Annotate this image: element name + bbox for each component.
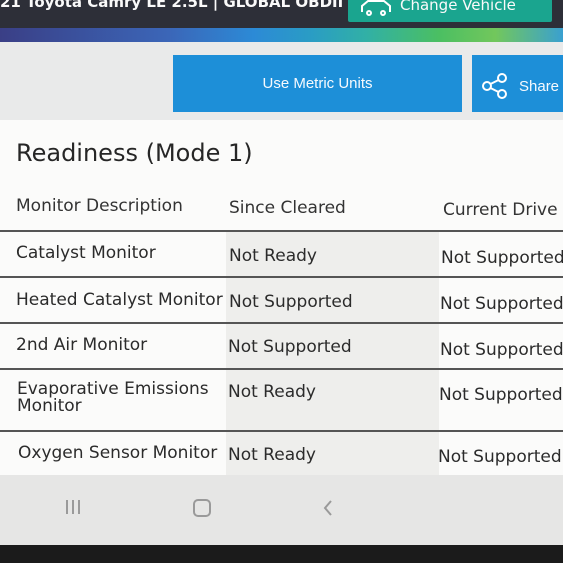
monitor-name: Evaporative Emissions Monitor	[17, 379, 209, 416]
recents-icon[interactable]	[66, 500, 82, 514]
divider	[0, 368, 563, 370]
use-metric-units-button[interactable]: Use Metric Units	[173, 55, 462, 112]
since-cleared-status: Not Ready	[229, 246, 317, 266]
app-screen: 21 Toyota Camry LE 2.5L | GLOBAL OBDII C…	[0, 0, 563, 545]
column-header-monitor: Monitor Description	[16, 196, 183, 216]
car-icon	[361, 0, 391, 16]
current-drive-status: Not Supported	[439, 385, 563, 405]
home-icon[interactable]	[193, 499, 211, 517]
divider	[0, 322, 563, 324]
system-nav-bar	[0, 475, 563, 545]
top-bar: 21 Toyota Camry LE 2.5L | GLOBAL OBDII C…	[0, 0, 563, 28]
current-drive-status: Not Supported	[438, 447, 562, 467]
share-icon	[482, 73, 507, 99]
share-label: Share	[519, 78, 560, 95]
monitor-name: Catalyst Monitor	[16, 243, 156, 263]
monitor-name: Oxygen Sensor Monitor	[18, 443, 218, 463]
divider	[0, 230, 563, 232]
column-header-since-cleared: Since Cleared	[229, 198, 346, 218]
change-vehicle-button[interactable]: Change Vehicle	[348, 0, 552, 22]
color-strip	[0, 28, 563, 42]
monitor-name: 2nd Air Monitor	[16, 335, 148, 355]
column-header-current-drive: Current Drive	[443, 200, 558, 220]
current-drive-status: Not Supported	[440, 340, 563, 360]
since-cleared-status: Not Ready	[228, 445, 316, 465]
divider	[0, 276, 563, 278]
divider	[0, 430, 563, 432]
monitor-name: Heated Catalyst Monitor	[16, 290, 223, 310]
since-cleared-status: Not Ready	[228, 382, 316, 402]
vehicle-title: 21 Toyota Camry LE 2.5L | GLOBAL OBDII	[0, 0, 344, 11]
change-vehicle-label: Change Vehicle	[400, 0, 516, 14]
share-button[interactable]: Share	[472, 55, 563, 112]
page-title: Readiness (Mode 1)	[16, 139, 253, 167]
current-drive-status: Not Supported	[441, 248, 563, 268]
since-cleared-status: Not Supported	[228, 337, 352, 357]
back-icon[interactable]	[322, 499, 334, 517]
use-metric-units-label: Use Metric Units	[262, 75, 373, 92]
current-drive-status: Not Supported	[440, 294, 563, 314]
since-cleared-status: Not Supported	[229, 292, 353, 312]
